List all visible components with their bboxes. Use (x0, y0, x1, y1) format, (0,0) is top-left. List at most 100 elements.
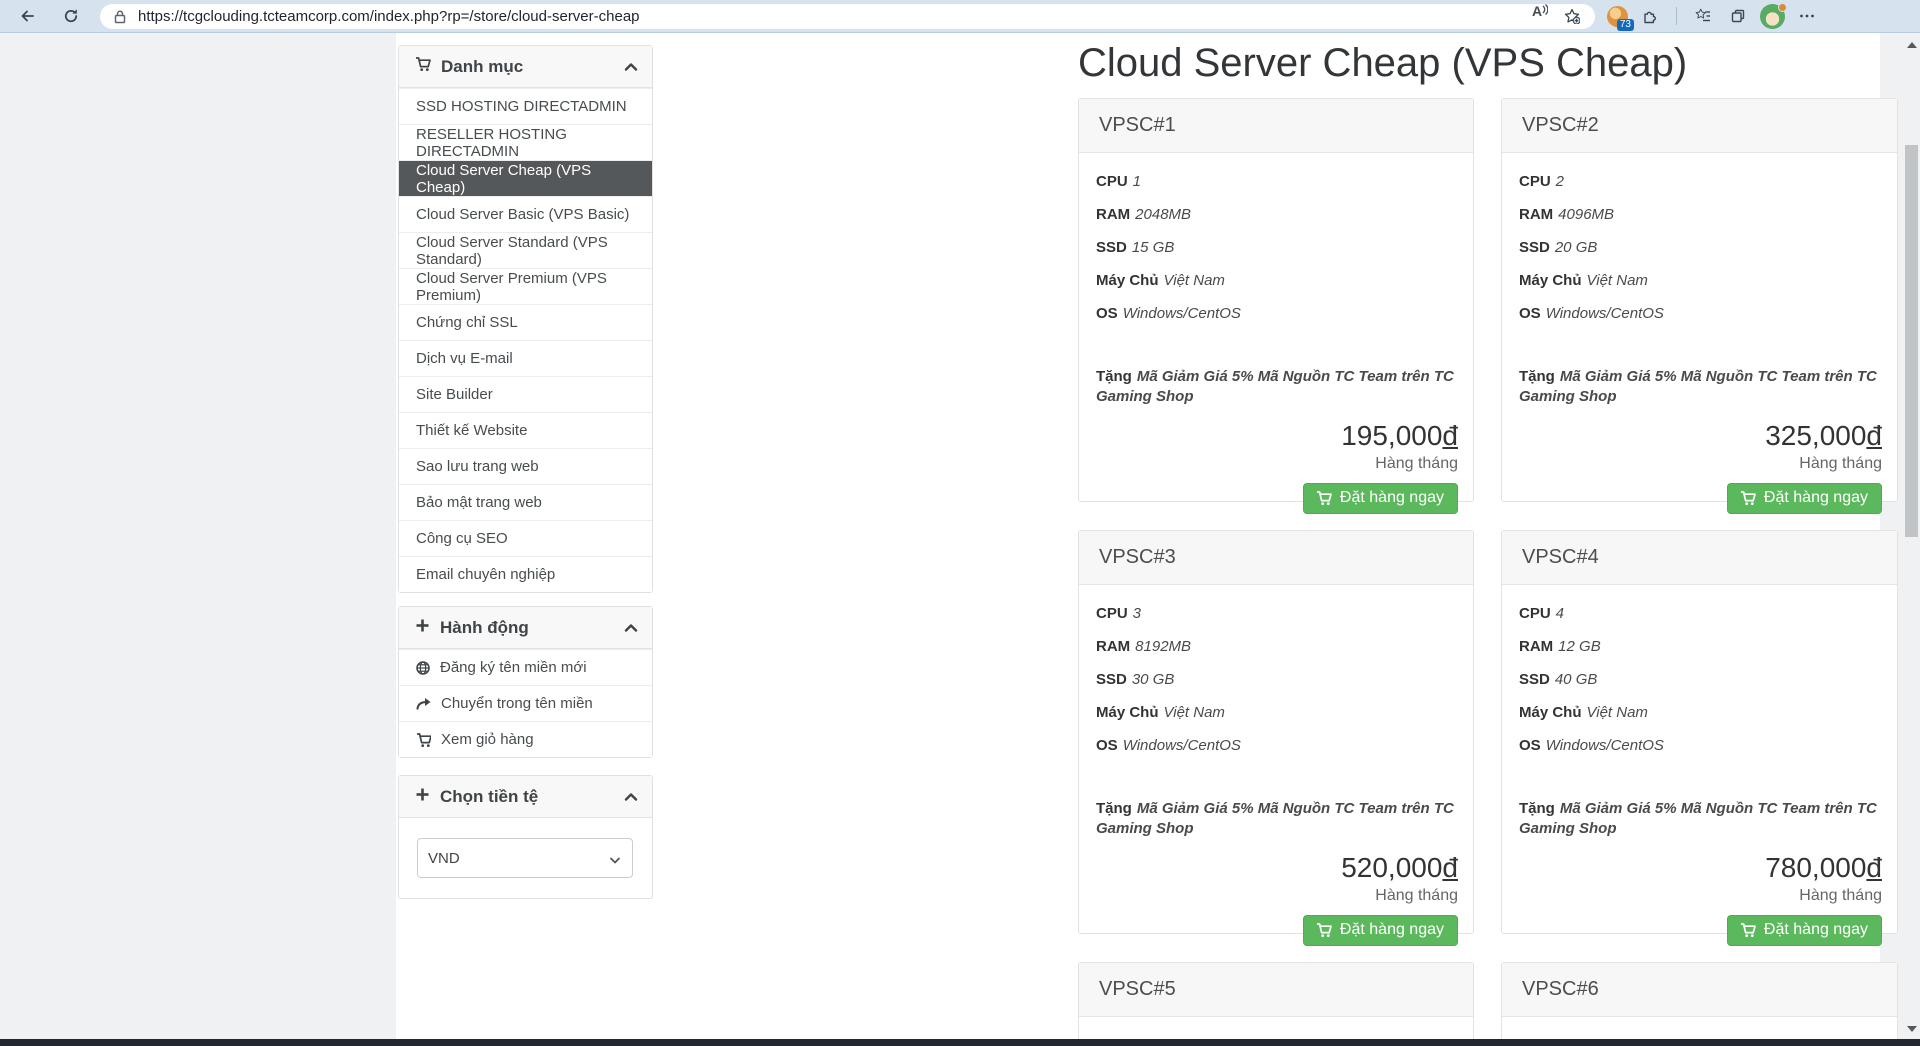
chevron-up-icon[interactable] (624, 621, 638, 635)
plan-name: VPSC#3 (1079, 531, 1473, 585)
plus-icon (415, 787, 430, 807)
spec-ssd: SSD15 GB (1096, 238, 1458, 258)
page-viewport: Danh mục SSD HOSTING DIRECTADMIN RESELLE… (0, 33, 1920, 1046)
plan-name: VPSC#5 (1079, 963, 1473, 1017)
action-item-label: Chuyển trong tên miền (441, 695, 593, 712)
profile-avatar[interactable] (1760, 4, 1785, 29)
reload-icon[interactable] (58, 3, 84, 29)
order-button[interactable]: Đặt hàng ngay (1727, 915, 1882, 946)
plan-price: 195,000đ (1096, 420, 1458, 452)
action-item-register-domain[interactable]: Đăng ký tên miền mới (399, 649, 652, 685)
plus-icon (415, 618, 430, 638)
cart-icon (415, 56, 431, 77)
sidebar-category-item[interactable]: RESELLER HOSTING DIRECTADMIN (399, 124, 652, 160)
sidebar-category-item[interactable]: Site Builder (399, 376, 652, 412)
currency-panel: Chọn tiền tệ VND (398, 775, 653, 899)
spec-cpu: CPU2 (1519, 172, 1882, 192)
plan-name: VPSC#6 (1502, 963, 1897, 1017)
action-item-view-cart[interactable]: Xem giỏ hàng (399, 721, 652, 757)
profile-notification-dot (1778, 3, 1787, 12)
read-aloud-icon[interactable]: A (1527, 3, 1553, 29)
spec-os: OSWindows/CentOS (1519, 304, 1882, 324)
currency-title: Chọn tiền tệ (440, 787, 538, 807)
plan-card: VPSC#1 CPU1 RAM2048MB SSD15 GB Máy ChủVi… (1078, 98, 1474, 502)
order-button[interactable]: Đặt hàng ngay (1303, 915, 1458, 946)
categories-panel-header[interactable]: Danh mục (399, 46, 652, 88)
cart-icon (1316, 490, 1332, 506)
page-scrollbar[interactable] (1903, 33, 1920, 1046)
action-item-transfer-domain[interactable]: Chuyển trong tên miền (399, 685, 652, 721)
extensions-puzzle-icon[interactable] (1637, 3, 1663, 29)
currency-select[interactable]: VND (417, 838, 633, 878)
scrollbar-down-arrow-icon[interactable] (1907, 1026, 1917, 1032)
sidebar-category-item[interactable]: Chứng chỉ SSL (399, 304, 652, 340)
order-button[interactable]: Đặt hàng ngay (1727, 483, 1882, 514)
favorite-add-icon[interactable] (1559, 3, 1585, 29)
cart-icon (416, 732, 431, 747)
sidebar-category-item[interactable]: Dịch vụ E-mail (399, 340, 652, 376)
back-icon[interactable] (14, 3, 40, 29)
categories-panel: Danh mục SSD HOSTING DIRECTADMIN RESELLE… (398, 45, 653, 593)
action-item-label: Xem giỏ hàng (441, 731, 534, 748)
address-bar[interactable]: https://tcgclouding.tcteamcorp.com/index… (100, 4, 1595, 29)
sidebar-category-item-active[interactable]: Cloud Server Cheap (VPS Cheap) (399, 160, 652, 196)
sidebar-category-item[interactable]: Thiết kế Website (399, 412, 652, 448)
page-title: Cloud Server Cheap (VPS Cheap) (1078, 41, 1687, 86)
billing-cycle: Hàng tháng (1096, 887, 1458, 905)
chevron-up-icon[interactable] (624, 60, 638, 74)
sidebar-category-item[interactable]: Sao lưu trang web (399, 448, 652, 484)
taskbar-edge-strip (0, 1039, 1920, 1046)
spec-os: OSWindows/CentOS (1096, 736, 1458, 756)
spec-server: Máy ChủViệt Nam (1519, 703, 1882, 723)
actions-panel-header[interactable]: Hành động (399, 607, 652, 649)
spec-ssd: SSD30 GB (1096, 670, 1458, 690)
sidebar-category-item[interactable]: Email chuyên nghiệp (399, 556, 652, 592)
plan-card: VPSC#2 CPU2 RAM4096MB SSD20 GB Máy ChủVi… (1501, 98, 1898, 502)
favorites-icon[interactable] (1690, 3, 1716, 29)
globe-icon (416, 661, 430, 675)
scrollbar-thumb[interactable] (1905, 145, 1918, 537)
plan-price: 325,000đ (1519, 420, 1882, 452)
spec-server: Máy ChủViệt Nam (1519, 271, 1882, 291)
order-button[interactable]: Đặt hàng ngay (1303, 483, 1458, 514)
actions-title: Hành động (440, 618, 529, 638)
spec-server: Máy ChủViệt Nam (1096, 271, 1458, 291)
plans-grid: VPSC#1 CPU1 RAM2048MB SSD15 GB Máy ChủVi… (1078, 98, 1898, 1046)
sidebar-category-item[interactable]: Công cụ SEO (399, 520, 652, 556)
sidebar-category-item[interactable]: Cloud Server Premium (VPS Premium) (399, 268, 652, 304)
spec-cpu: CPU4 (1519, 604, 1882, 624)
sidebar-category-item[interactable]: Bảo mật trang web (399, 484, 652, 520)
sidebar-category-item[interactable]: Cloud Server Standard (VPS Standard) (399, 232, 652, 268)
currency-panel-header[interactable]: Chọn tiền tệ (399, 776, 652, 818)
plan-card: VPSC#6 CPU8 (1501, 962, 1898, 1046)
spec-cpu: CPU1 (1096, 172, 1458, 192)
spec-gift: TặngMã Giảm Giá 5% Mã Nguồn TC Team trên… (1519, 367, 1882, 407)
spec-os: OSWindows/CentOS (1096, 304, 1458, 324)
settings-dots-icon[interactable] (1794, 3, 1820, 29)
spec-ram: RAM2048MB (1096, 205, 1458, 225)
plan-name: VPSC#2 (1502, 99, 1897, 153)
action-item-label: Đăng ký tên miền mới (440, 659, 587, 676)
spec-server: Máy ChủViệt Nam (1096, 703, 1458, 723)
chevron-up-icon[interactable] (624, 790, 638, 804)
sidebar-category-item[interactable]: SSD HOSTING DIRECTADMIN (399, 88, 652, 124)
scrollbar-up-arrow-icon[interactable] (1907, 42, 1917, 48)
lock-icon[interactable] (112, 9, 128, 24)
billing-cycle: Hàng tháng (1096, 455, 1458, 473)
spec-ram: RAM8192MB (1096, 637, 1458, 657)
site-container: Danh mục SSD HOSTING DIRECTADMIN RESELLE… (396, 33, 1880, 1046)
spec-ram: RAM12 GB (1519, 637, 1882, 657)
sidebar-category-item[interactable]: Cloud Server Basic (VPS Basic) (399, 196, 652, 232)
plan-name: VPSC#1 (1079, 99, 1473, 153)
plan-card: VPSC#4 CPU4 RAM12 GB SSD40 GB Máy ChủViệ… (1501, 530, 1898, 934)
url-text[interactable]: https://tcgclouding.tcteamcorp.com/index… (138, 8, 640, 25)
spec-gift: TặngMã Giảm Giá 5% Mã Nguồn TC Team trên… (1096, 367, 1458, 407)
plan-price: 520,000đ (1096, 852, 1458, 884)
spec-gift: TặngMã Giảm Giá 5% Mã Nguồn TC Team trên… (1096, 799, 1458, 839)
billing-cycle: Hàng tháng (1519, 887, 1882, 905)
cart-icon (1740, 490, 1756, 506)
extension-badge: 73 (1617, 19, 1634, 31)
pet-extension-icon[interactable]: 73 (1607, 6, 1628, 27)
cart-icon (1740, 922, 1756, 938)
collections-icon[interactable] (1725, 3, 1751, 29)
